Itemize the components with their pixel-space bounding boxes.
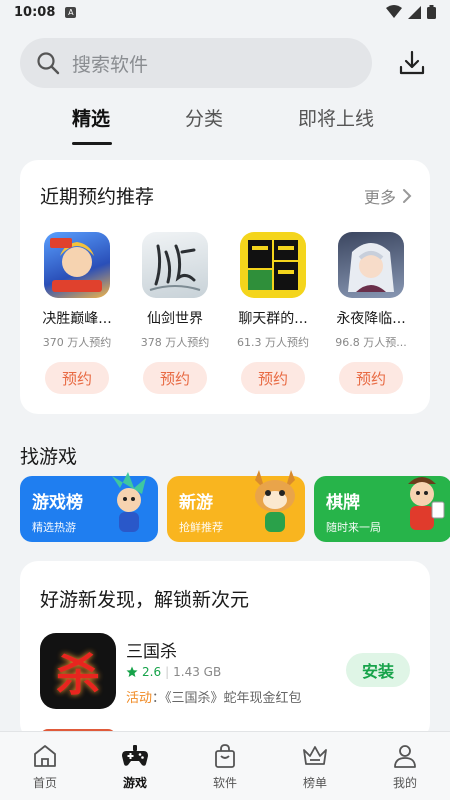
app-reserve-count: 370 万人预约: [42, 336, 112, 349]
wifi-icon: [386, 5, 402, 18]
eternal-night-icon: [338, 232, 404, 298]
xianjian-icon: [142, 232, 208, 298]
crown-icon: [303, 746, 327, 765]
tab-categories[interactable]: 分类: [185, 104, 223, 131]
app-name: 聊天群的...: [238, 311, 308, 327]
gamepad-icon: [122, 745, 148, 766]
upcoming-app[interactable]: 仙剑世界 378 万人预约 预约: [135, 232, 215, 394]
nav-label: 游戏: [122, 776, 147, 790]
chat-group-icon: [240, 232, 306, 298]
upcoming-app[interactable]: 决胜巅峰... 370 万人预约 预约: [37, 232, 117, 394]
nav-label: 软件: [212, 776, 237, 790]
battery-icon: [427, 5, 436, 19]
app-reserve-count: 61.3 万人预约: [237, 336, 309, 349]
sanguosha-icon[interactable]: 杀: [40, 633, 116, 709]
app-size: 1.43 GB: [173, 665, 222, 679]
reserve-button[interactable]: 预约: [241, 362, 305, 394]
upcoming-app[interactable]: 永夜降临... 96.8 万人预... 预约: [331, 232, 411, 394]
download-button[interactable]: [394, 45, 430, 81]
tab-featured[interactable]: 精选: [72, 104, 110, 131]
search-icon: [37, 52, 60, 75]
find-games-title: 找游戏: [20, 446, 78, 468]
nav-label: 榜单: [302, 776, 327, 790]
app-reserve-count: 96.8 万人预...: [335, 336, 407, 349]
mascot-icon: [112, 472, 146, 532]
mobile-legends-icon: [44, 232, 110, 298]
app-name: 永夜降临...: [336, 311, 406, 327]
search-placeholder: 搜索软件: [72, 53, 149, 76]
upcoming-card: 近期预约推荐 更多 决胜巅峰... 370 万人预约 预约 仙剑世界 378 万…: [20, 160, 430, 414]
nav-profile[interactable]: 我的: [360, 732, 450, 800]
more-link[interactable]: 更多: [364, 184, 412, 208]
category-board-games[interactable]: 棋牌 随时来一局: [314, 476, 450, 542]
activity-label: 活动: [126, 691, 153, 706]
app-rating: 2.6: [142, 665, 162, 679]
search-row: 搜索软件: [20, 38, 430, 88]
tab-coming-soon[interactable]: 即将上线: [298, 104, 374, 131]
install-button[interactable]: 安装: [346, 653, 410, 687]
nav-label: 我的: [392, 776, 417, 790]
nav-apps[interactable]: 软件: [180, 732, 270, 800]
app-name: 决胜巅峰...: [42, 311, 112, 327]
app-activity: 活动：《三国杀》蛇年现金红包: [126, 687, 334, 706]
search-input[interactable]: 搜索软件: [20, 38, 372, 88]
nav-games[interactable]: 游戏: [90, 732, 180, 800]
nav-label: 首页: [32, 776, 57, 790]
category-new-games[interactable]: 新游 抢鲜推荐: [167, 470, 305, 542]
chevron-right-icon: [403, 189, 412, 203]
top-tabs: 精选 分类 即将上线: [0, 104, 450, 148]
upcoming-app[interactable]: 聊天群的... 61.3 万人预约 预约: [233, 232, 313, 394]
signal-icon: [408, 5, 421, 19]
home-icon: [34, 745, 56, 767]
meta-divider: |: [165, 665, 170, 679]
activity-text: ：《三国杀》蛇年现金红包: [152, 691, 302, 706]
bottom-nav: 首页 游戏 软件 榜单 我的: [0, 731, 450, 800]
app-icon-glyph: 杀: [56, 650, 100, 701]
app-name: 仙剑世界: [147, 311, 203, 327]
tab-indicator: [72, 142, 112, 145]
status-bar: 10:08 A: [0, 0, 450, 24]
mascot-icon: [408, 477, 445, 530]
person-icon: [394, 745, 416, 768]
reserve-button[interactable]: 预约: [143, 362, 207, 394]
app-meta: 2.6 | 1.43 GB: [126, 665, 221, 679]
discover-title: 好游新发现，解锁新次元: [40, 589, 250, 611]
app-reserve-count: 378 万人预约: [140, 336, 210, 349]
app-name[interactable]: 三国杀: [126, 637, 177, 662]
upcoming-title: 近期预约推荐: [40, 186, 155, 208]
nav-home[interactable]: 首页: [0, 732, 90, 800]
category-ranking[interactable]: 游戏榜 精选热游: [20, 472, 158, 542]
mascot-icon: [255, 470, 295, 532]
more-label: 更多: [363, 188, 396, 207]
nav-rankings[interactable]: 榜单: [270, 732, 360, 800]
star-icon: [126, 666, 138, 677]
shopping-bag-icon: [215, 744, 235, 768]
reserve-button[interactable]: 预约: [45, 362, 109, 394]
download-icon: [399, 50, 425, 75]
discover-card: 好游新发现，解锁新次元 杀 三国杀 2.6 | 1.43 GB 活动：《三国杀》…: [20, 561, 430, 741]
reserve-button[interactable]: 预约: [339, 362, 403, 394]
status-time: 10:08: [14, 4, 56, 20]
notification-icon: A: [65, 6, 77, 18]
